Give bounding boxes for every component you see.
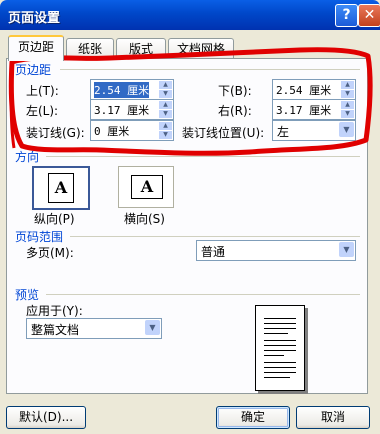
tab-margins[interactable]: 页边距 [8,35,64,61]
gutter-value[interactable]: 0 厘米 [94,123,129,139]
spin-down-icon[interactable]: ▼ [341,90,354,98]
multiple-pages-label: 多页(M): [26,246,74,260]
preview-text-line [264,362,296,363]
title-bar: 页面设置 ? ✕ [0,0,380,30]
spin-down-icon[interactable]: ▼ [159,131,172,139]
preview-text-line [264,318,296,319]
preview-divider [46,294,360,295]
gutter-spinner[interactable]: 0 厘米 ▲ ▼ [90,120,174,141]
page-preview [255,305,305,391]
left-margin-value[interactable]: 3.17 厘米 [94,102,149,118]
preview-text-line [264,340,296,341]
pages-divider [70,236,360,237]
spin-up-icon[interactable]: ▲ [341,81,354,89]
gutter-position-value: 左 [277,125,290,139]
preview-text-line [264,345,296,346]
portrait-label[interactable]: 纵向(P) [34,210,75,227]
orientation-divider [46,156,360,157]
spin-up-icon[interactable]: ▲ [159,122,172,130]
apply-to-label: 应用于(Y): [26,304,83,318]
spin-down-icon[interactable]: ▼ [341,110,354,118]
spin-up-icon[interactable]: ▲ [159,101,172,109]
multiple-pages-value: 普通 [201,245,226,259]
tab-layout[interactable]: 版式 [116,38,166,59]
spin-up-icon[interactable]: ▲ [159,81,172,89]
chevron-down-icon[interactable]: ▼ [145,320,160,335]
right-margin-spinner[interactable]: 3.17 厘米 ▲ ▼ [272,99,356,120]
margins-divider [60,69,360,70]
top-margin-value[interactable]: 2.54 厘米 [94,82,150,98]
spin-down-icon[interactable]: ▼ [159,110,172,118]
preview-text-line [264,350,296,351]
landscape-option[interactable]: A [118,166,174,208]
orientation-group-label: 方向 [15,150,40,164]
portrait-option[interactable]: A [32,166,90,210]
close-button[interactable]: ✕ [358,4,380,27]
help-button[interactable]: ? [335,4,358,27]
tab-doc-grid[interactable]: 文档网格 [168,38,234,59]
top-margin-label: 上(T): [26,84,59,98]
cancel-button[interactable]: 取消 [296,406,370,429]
preview-text-line [264,372,296,373]
preview-text-line [264,367,296,368]
preview-text-line [264,355,284,356]
pages-group-label: 页码范围 [15,230,64,244]
apply-to-select[interactable]: 整篇文档 ▼ [26,318,162,339]
right-margin-value[interactable]: 3.17 厘米 [276,102,331,118]
default-button[interactable]: 默认(D)... [6,406,86,429]
right-margin-label: 右(R): [218,104,252,118]
bottom-margin-label: 下(B): [218,84,252,98]
preview-text-line [264,377,290,378]
preview-text-line [264,323,296,324]
preview-text-line [264,328,296,329]
gutter-label: 装订线(G): [26,126,85,140]
ok-button[interactable]: 确定 [216,406,290,429]
preview-text-line [264,333,288,334]
landscape-page-icon: A [131,175,163,199]
landscape-label[interactable]: 横向(S) [124,210,165,227]
spin-up-icon[interactable]: ▲ [341,101,354,109]
left-margin-label: 左(L): [26,104,59,118]
apply-to-value: 整篇文档 [31,323,80,337]
bottom-margin-spinner[interactable]: 2.54 厘米 ▲ ▼ [272,79,356,100]
gutter-position-select[interactable]: 左 ▼ [272,120,356,141]
preview-group-label: 预览 [15,288,40,302]
chevron-down-icon[interactable]: ▼ [339,122,354,137]
top-margin-spinner[interactable]: 2.54 厘米 ▲ ▼ [90,79,174,100]
margins-group-label: 页边距 [15,63,52,77]
tab-paper[interactable]: 纸张 [66,38,114,59]
gutter-position-label: 装订线位置(U): [182,126,265,140]
spin-down-icon[interactable]: ▼ [159,90,172,98]
multiple-pages-select[interactable]: 普通 ▼ [196,240,356,261]
bottom-margin-value[interactable]: 2.54 厘米 [276,82,331,98]
left-margin-spinner[interactable]: 3.17 厘米 ▲ ▼ [90,99,174,120]
window-title: 页面设置 [8,11,61,26]
portrait-page-icon: A [48,173,74,203]
chevron-down-icon[interactable]: ▼ [339,242,354,257]
